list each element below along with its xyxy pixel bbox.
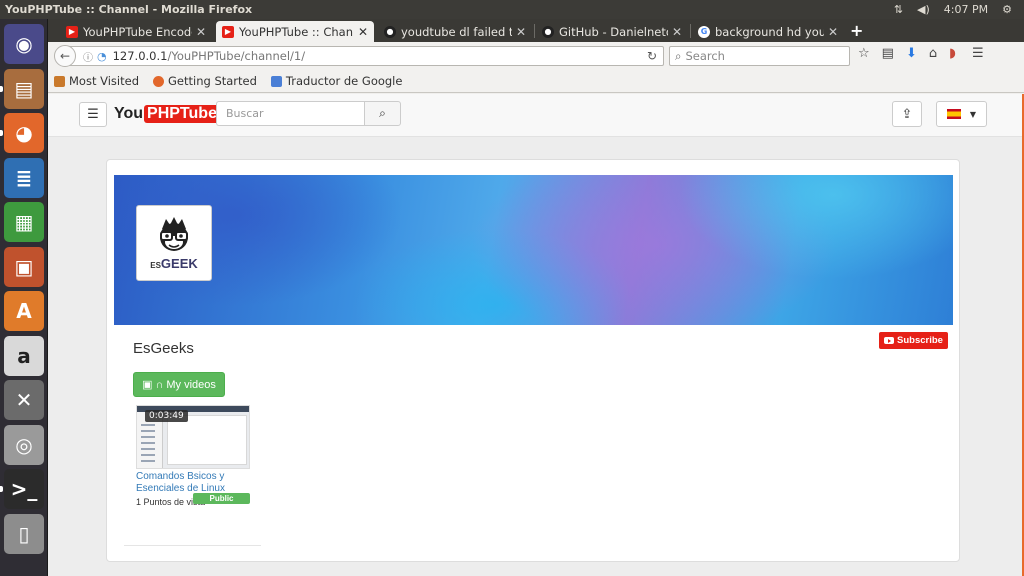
firefox-window: ▶ YouPHPTube Encoder ✕ ▶ YouPHPTube :: C… <box>48 19 1024 576</box>
tab-label: background hd youtub <box>715 24 824 39</box>
bookmarks-bar: Most Visited Getting Started Traductor d… <box>48 70 1024 93</box>
volume-icon[interactable]: ◀) <box>917 3 930 16</box>
film-icon: ▣ <box>142 379 153 391</box>
pocket-icon[interactable]: ◗ <box>949 46 956 61</box>
terminal-icon[interactable]: >_ <box>4 469 44 509</box>
geek-monkey-icon <box>160 217 188 251</box>
top-panel: YouPHPTube :: Channel - Mozilla Firefox … <box>0 0 1024 19</box>
web-page: ☰ You PHPTube Buscar ⌕ ⇪ ▼ ESGEEK EsGeek… <box>48 94 1024 576</box>
close-icon[interactable]: ✕ <box>828 25 838 39</box>
upload-icon: ⇪ <box>901 106 913 122</box>
tab-label: YouPHPTube :: Channel <box>239 24 354 39</box>
youtube-icon: ▶ <box>66 25 78 38</box>
translate-icon <box>270 75 282 87</box>
folder-icon <box>54 75 65 87</box>
nav-bar: ⓘ ◔ 127.0.0.1/YouPHPTube/channel/1/ ↻ ← … <box>48 42 1024 70</box>
system-tray: ⇅ ◀) 4:07 PM ⚙ <box>894 3 1024 16</box>
close-icon[interactable]: ✕ <box>196 25 206 39</box>
google-icon: G <box>698 25 710 38</box>
search-placeholder: Search <box>685 49 725 63</box>
close-icon[interactable]: ✕ <box>358 25 368 39</box>
impress-icon[interactable]: ▣ <box>4 246 44 287</box>
github-icon: ● <box>384 25 396 38</box>
bookmark-star-icon[interactable]: ☆ <box>858 46 870 61</box>
tab-separator <box>690 24 691 38</box>
firefox-icon <box>153 75 164 87</box>
camera-icon[interactable]: ◎ <box>4 424 44 465</box>
reading-list-icon[interactable]: ▤ <box>882 46 894 61</box>
tab-youphptube-encoder[interactable]: ▶ YouPHPTube Encoder ✕ <box>60 21 212 42</box>
menu-icon[interactable]: ☰ <box>972 46 984 61</box>
url-text[interactable]: 127.0.0.1/YouPHPTube/channel/1/ <box>113 49 305 63</box>
tab-youdtube-dl[interactable]: ● youdtube dl failed to e ✕ <box>378 21 532 42</box>
tab-label: youdtube dl failed to e <box>401 24 512 39</box>
headphones-icon: ∩ <box>155 378 164 391</box>
amazon-icon[interactable]: a <box>4 335 44 376</box>
channel-avatar[interactable]: ESGEEK <box>136 205 212 281</box>
hamburger-menu-button[interactable]: ☰ <box>79 102 107 127</box>
my-videos-button[interactable]: ▣ ∩ My videos <box>133 372 225 397</box>
software-center-icon[interactable]: A <box>4 291 44 331</box>
spain-flag-icon <box>946 109 961 119</box>
channel-banner: ESGEEK <box>114 175 953 325</box>
files-icon[interactable]: ▤ <box>4 68 44 109</box>
running-indicator <box>0 130 3 136</box>
back-button[interactable]: ← <box>54 45 76 67</box>
running-indicator <box>0 486 3 492</box>
power-gear-icon[interactable]: ⚙ <box>1002 3 1012 16</box>
video-title-link[interactable]: Comandos Bsicos y Esenciales de Linux <box>136 471 236 495</box>
github-icon: ● <box>542 25 554 38</box>
close-icon[interactable]: ✕ <box>672 25 682 39</box>
youtube-icon: ▶ <box>222 25 234 38</box>
upload-button[interactable]: ⇪ <box>892 101 922 127</box>
tab-label: GitHub - DanielnetoDo <box>559 24 668 39</box>
site-logo[interactable]: You PHPTube <box>114 103 220 125</box>
site-navbar: ☰ You PHPTube Buscar ⌕ ⇪ ▼ <box>48 94 1024 137</box>
channel-card: ESGEEK EsGeeks Subscribe ▣ ∩ My videos 0… <box>106 159 960 562</box>
tab-bar: ▶ YouPHPTube Encoder ✕ ▶ YouPHPTube :: C… <box>48 19 1024 42</box>
url-bar[interactable]: ⓘ ◔ 127.0.0.1/YouPHPTube/channel/1/ ↻ <box>68 46 664 66</box>
search-icon: ⌕ <box>675 48 682 63</box>
tab-separator <box>534 24 535 38</box>
reload-icon[interactable]: ↻ <box>647 49 657 63</box>
usb-drive-icon[interactable]: ▯ <box>4 513 44 554</box>
search-bar[interactable]: ⌕ Search <box>669 46 850 66</box>
home-icon[interactable]: ⌂ <box>929 46 937 61</box>
tab-background-hd[interactable]: G background hd youtub ✕ <box>692 21 844 42</box>
video-status-badge: Public <box>193 493 250 504</box>
window-title: YouPHPTube :: Channel - Mozilla Firefox <box>5 3 253 16</box>
download-icon[interactable]: ⬇ <box>906 46 917 61</box>
channel-name: EsGeeks <box>133 340 194 357</box>
launcher: ◉ ▤ ◕ ≣ ▦ ▣ Aa ✕ ◎ >_ ▯ <box>0 19 48 576</box>
site-search-button[interactable]: ⌕ <box>364 101 401 126</box>
search-icon: ⌕ <box>379 106 386 120</box>
running-indicator <box>0 85 3 92</box>
video-duration-badge: 0:03:49 <box>145 410 188 422</box>
network-icon[interactable]: ⇅ <box>894 3 903 16</box>
bookmark-traductor[interactable]: Traductor de Google <box>270 74 402 88</box>
bookmark-getting-started[interactable]: Getting Started <box>153 74 257 88</box>
tab-youphptube-channel[interactable]: ▶ YouPHPTube :: Channel ✕ <box>216 21 374 42</box>
settings-icon[interactable]: ✕ <box>4 380 44 420</box>
new-tab-button[interactable]: + <box>850 21 863 40</box>
caret-down-icon: ▼ <box>969 109 977 119</box>
close-icon[interactable]: ✕ <box>516 25 526 39</box>
clock[interactable]: 4:07 PM <box>944 3 988 16</box>
language-dropdown[interactable]: ▼ <box>936 101 987 127</box>
writer-icon[interactable]: ≣ <box>4 157 44 198</box>
tab-github[interactable]: ● GitHub - DanielnetoDo ✕ <box>536 21 688 42</box>
youtube-icon <box>884 337 894 344</box>
avatar-brand: ESGEEK <box>150 256 198 271</box>
site-search-input[interactable]: Buscar <box>216 101 364 126</box>
subscribe-button[interactable]: Subscribe <box>879 332 948 349</box>
toolbar-icons: ☆ ▤ ⬇ ⌂ ◗ ☰ <box>858 46 984 61</box>
site-identity-icon[interactable]: ◔ <box>97 50 107 63</box>
tab-label: YouPHPTube Encoder <box>83 24 192 39</box>
ubuntu-dash-icon[interactable]: ◉ <box>4 24 44 64</box>
firefox-icon[interactable]: ◕ <box>4 113 44 153</box>
info-icon[interactable]: ⓘ <box>83 49 93 64</box>
bookmark-most-visited[interactable]: Most Visited <box>54 74 139 88</box>
divider <box>124 545 261 546</box>
calc-icon[interactable]: ▦ <box>4 202 44 242</box>
